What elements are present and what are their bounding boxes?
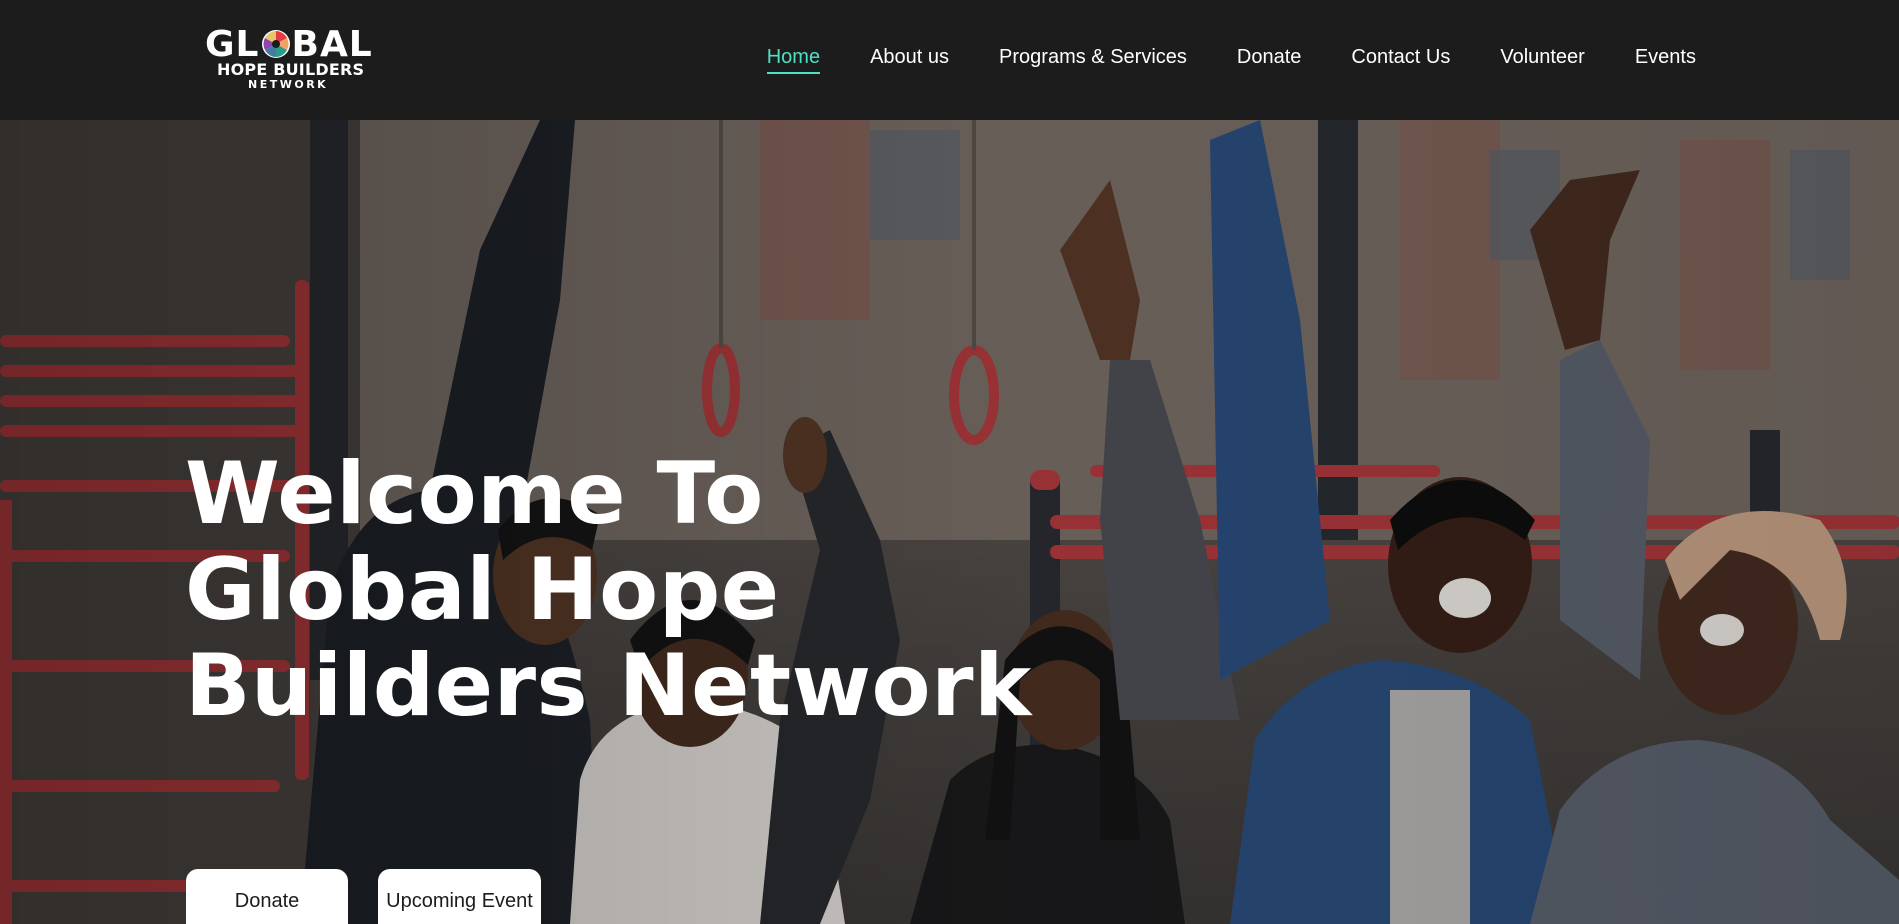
nav-item-contact-us[interactable]: Contact Us <box>1351 44 1450 70</box>
nav-item-donate[interactable]: Donate <box>1237 44 1302 70</box>
hero-section: Welcome To Global Hope Builders Network <box>0 120 1899 924</box>
logo-subtitle: HOPE BUILDERS <box>217 60 365 79</box>
site-header: GL BAL HOPE BUILDERS NETWORK Home About … <box>0 0 1899 120</box>
site-logo[interactable]: GL BAL HOPE BUILDERS NETWORK <box>205 24 380 91</box>
logo-tagline: NETWORK <box>248 78 329 91</box>
hero-title-line-2: Global Hope <box>185 540 780 640</box>
nav-item-home[interactable]: Home <box>766 44 821 74</box>
main-nav: Home About us Programs & Services Donate… <box>766 44 1696 74</box>
upcoming-event-button[interactable]: Upcoming Event <box>378 869 541 924</box>
hero-title-line-3: Builders Network <box>185 636 1032 736</box>
nav-item-about-us[interactable]: About us <box>870 44 949 70</box>
nav-item-programs-services[interactable]: Programs & Services <box>999 44 1187 70</box>
nav-item-volunteer[interactable]: Volunteer <box>1500 44 1585 70</box>
logo-wordmark: GL BAL <box>205 24 373 65</box>
colorful-pinwheel-icon <box>261 29 291 59</box>
hero-title: Welcome To Global Hope Builders Network <box>185 444 1032 736</box>
hero-title-line-1: Welcome To <box>185 444 764 544</box>
nav-item-events[interactable]: Events <box>1635 44 1696 70</box>
donate-button[interactable]: Donate <box>186 869 348 924</box>
